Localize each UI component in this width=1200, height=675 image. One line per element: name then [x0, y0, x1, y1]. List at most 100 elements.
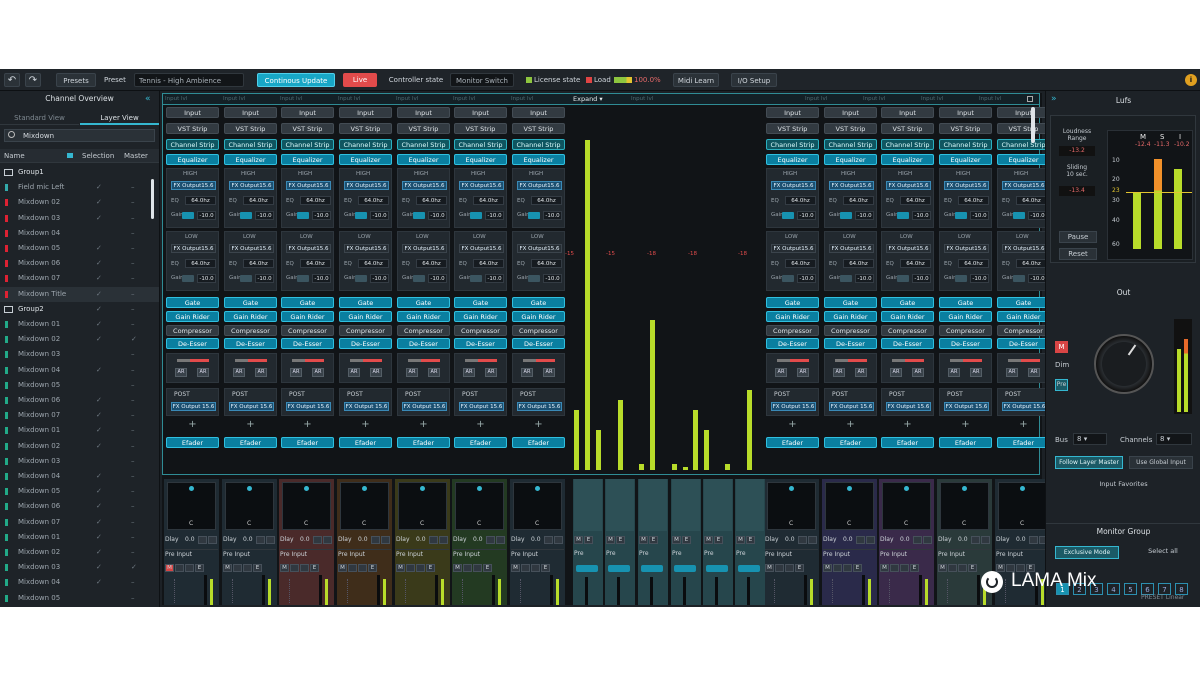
gain-slider[interactable]	[413, 212, 425, 219]
eq-frequency[interactable]: 64.0hz	[358, 196, 389, 205]
de-esser-button[interactable]: De-Esser	[766, 338, 819, 349]
delay-minus-button[interactable]	[971, 536, 980, 544]
vst-strip-select[interactable]: VST Strip	[166, 123, 219, 134]
equalizer-button[interactable]: Equalizer	[339, 154, 392, 165]
phase-button[interactable]	[463, 563, 472, 572]
pre-input-select[interactable]: Pre Input	[765, 549, 818, 559]
efader-button[interactable]: Efader	[454, 437, 507, 448]
fx-output-value[interactable]: FX Output 15.6	[944, 402, 989, 411]
pre-input-select[interactable]: Pre Input	[823, 549, 876, 559]
gain-control[interactable]: Gain -10.0	[829, 211, 874, 220]
ar-button[interactable]: AR	[428, 368, 440, 377]
channel-strip-select[interactable]: Channel Strip	[881, 139, 934, 150]
master-check[interactable]: –	[131, 363, 135, 378]
ar-button[interactable]: AR	[312, 368, 324, 377]
gain-slider[interactable]	[240, 212, 252, 219]
fx-output-value[interactable]: FX Output15.6	[171, 244, 216, 253]
equalizer-button[interactable]: Equalizer	[766, 154, 819, 165]
ar-button[interactable]: AR	[290, 368, 302, 377]
efader-button[interactable]: Efader	[397, 437, 450, 448]
input-select[interactable]: Input	[339, 107, 392, 118]
delay-plus-button[interactable]	[866, 536, 875, 544]
gain-control[interactable]: Gain -10.0	[1002, 211, 1047, 220]
eq-frequency[interactable]: 64.0hz	[843, 259, 874, 268]
selection-check[interactable]: ✓	[96, 469, 102, 484]
panner-pad[interactable]: C	[340, 482, 389, 530]
presets-button[interactable]: Presets	[56, 73, 96, 87]
list-item[interactable]: Mixdown 06 ✓ –	[0, 499, 159, 514]
input-select[interactable]: Input	[166, 107, 219, 118]
efader-button[interactable]: Efader	[339, 437, 392, 448]
compressor-button[interactable]: Compressor	[997, 325, 1050, 336]
ar-button[interactable]: AR	[406, 368, 418, 377]
gain-control[interactable]: Gain -10.0	[459, 211, 504, 220]
eq-frequency[interactable]: 64.0hz	[473, 259, 504, 268]
pre-input-select[interactable]: Pre Input	[453, 549, 506, 559]
master-check[interactable]: –	[131, 378, 135, 393]
ar-button[interactable]: AR	[197, 368, 209, 377]
gate-button[interactable]: Gate	[939, 297, 992, 308]
delay-value[interactable]: 0.0	[1016, 535, 1026, 545]
fx-output-value[interactable]: FX Output15.6	[886, 181, 931, 190]
master-check[interactable]: –	[131, 484, 135, 499]
ar-button[interactable]: AR	[890, 368, 902, 377]
delay-plus-button[interactable]	[496, 536, 505, 544]
delay-minus-button[interactable]	[856, 536, 865, 544]
list-item[interactable]: Group1	[0, 165, 159, 180]
edit-button[interactable]: E	[649, 535, 658, 544]
eq-frequency[interactable]: 64.0hz	[300, 259, 331, 268]
fx-output-value[interactable]: FX Output 15.6	[171, 402, 216, 411]
edit-button[interactable]: E	[584, 535, 593, 544]
master-check[interactable]: –	[131, 287, 135, 302]
gain-value[interactable]: -10.0	[912, 211, 931, 220]
list-item[interactable]: Mixdown Title ✓ –	[0, 286, 159, 302]
narrow-pad[interactable]	[672, 479, 700, 531]
post-select[interactable]: POST	[174, 391, 190, 398]
efader-button[interactable]: Efader	[766, 437, 819, 448]
gain-slider[interactable]	[413, 275, 425, 282]
list-item[interactable]: Mixdown 06 ✓ –	[0, 256, 159, 271]
midi-learn-button[interactable]: Midi Learn	[673, 73, 719, 87]
post-select[interactable]: POST	[520, 391, 536, 398]
add-insert-button[interactable]: +	[939, 419, 992, 430]
delay-minus-button[interactable]	[371, 536, 380, 544]
solo-button[interactable]	[785, 563, 794, 572]
gain-value[interactable]: -10.0	[428, 211, 447, 220]
eq-frequency[interactable]: 64.0hz	[900, 196, 931, 205]
master-check[interactable]: –	[131, 575, 135, 590]
mute-button[interactable]: M	[280, 563, 289, 572]
narrow-fader[interactable]	[650, 577, 653, 605]
list-item[interactable]: Mixdown 05 –	[0, 591, 159, 606]
phase-button[interactable]	[833, 563, 842, 572]
fx-output-value[interactable]: FX Output15.6	[344, 181, 389, 190]
gain-control[interactable]: Gain -10.0	[344, 274, 389, 283]
master-check[interactable]: –	[131, 271, 135, 286]
continuous-update-button[interactable]: Continous Update	[257, 73, 335, 87]
list-item[interactable]: Mixdown 02 ✓ –	[0, 545, 159, 560]
solo-button[interactable]	[531, 563, 540, 572]
selection-check[interactable]: ✓	[96, 302, 102, 317]
list-item[interactable]: Mixdown 06 ✓ –	[0, 393, 159, 408]
gain-slider[interactable]	[1013, 212, 1025, 219]
fx-output-value[interactable]: FX Output15.6	[344, 244, 389, 253]
gain-slider[interactable]	[955, 212, 967, 219]
gain-slider[interactable]	[1013, 275, 1025, 282]
pre-select[interactable]: Pre	[736, 549, 764, 559]
pre-input-select[interactable]: Pre Input	[396, 549, 449, 559]
master-check[interactable]: –	[131, 515, 135, 530]
post-select[interactable]: POST	[462, 391, 478, 398]
gain-rider-button[interactable]: Gain Rider	[997, 311, 1050, 322]
link-button[interactable]	[738, 565, 760, 572]
equalizer-button[interactable]: Equalizer	[512, 154, 565, 165]
compressor-button[interactable]: Compressor	[224, 325, 277, 336]
fader-track[interactable]	[435, 575, 438, 605]
edit-button[interactable]: E	[426, 563, 435, 572]
live-button[interactable]: Live	[343, 73, 377, 87]
delay-minus-button[interactable]	[313, 536, 322, 544]
vst-strip-select[interactable]: VST Strip	[997, 123, 1050, 134]
panner-handle[interactable]	[847, 486, 852, 491]
delay-plus-button[interactable]	[808, 536, 817, 544]
selection-check[interactable]: ✓	[96, 545, 102, 560]
de-esser-button[interactable]: De-Esser	[281, 338, 334, 349]
mute-button[interactable]: M	[396, 563, 405, 572]
